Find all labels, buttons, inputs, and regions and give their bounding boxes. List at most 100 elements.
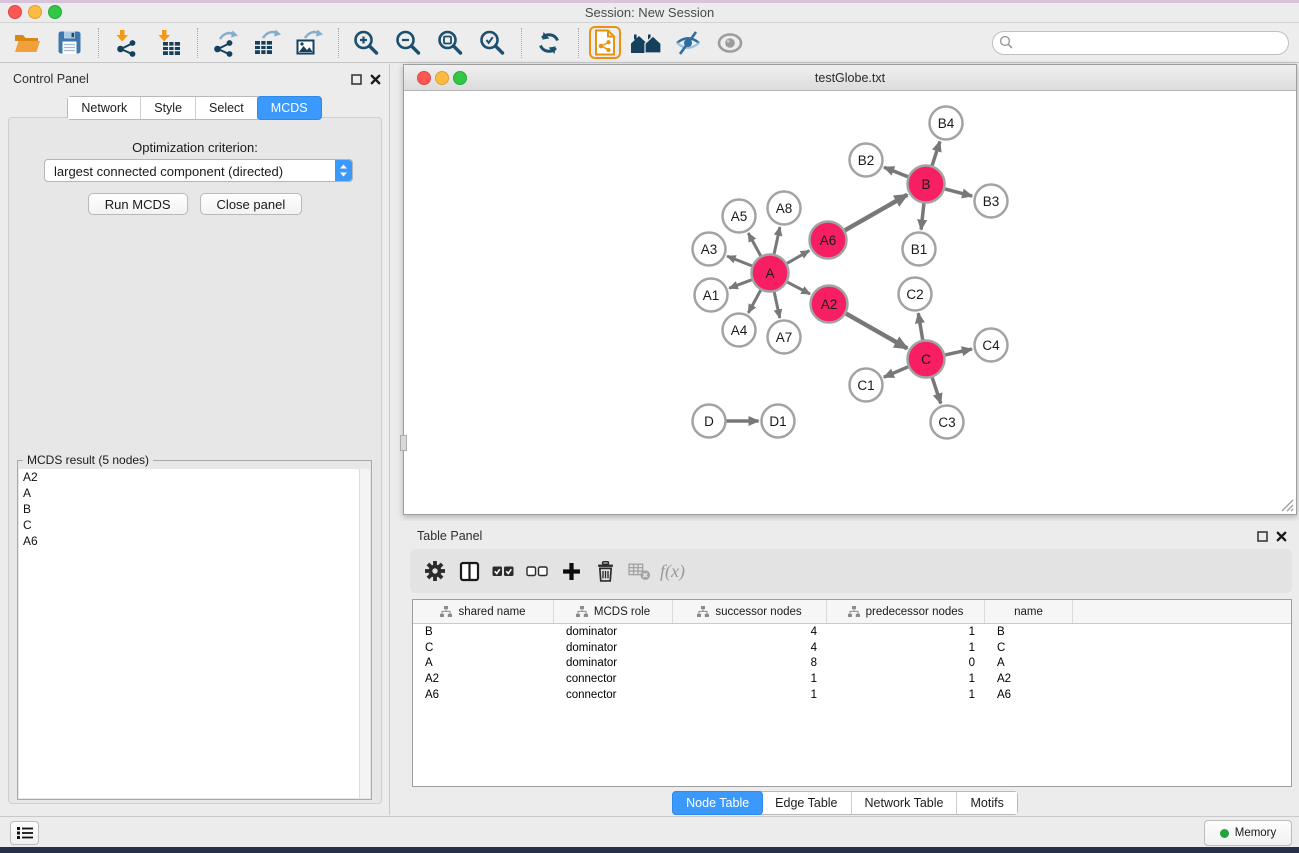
function-builder-button[interactable]: f(x) <box>658 556 685 586</box>
table-settings-button[interactable] <box>420 556 450 586</box>
create-column-button[interactable] <box>556 556 586 586</box>
memory-status-icon <box>1220 829 1229 838</box>
show-columns-button[interactable] <box>454 556 484 586</box>
run-mcds-button[interactable]: Run MCDS <box>88 193 188 215</box>
import-table-button[interactable] <box>151 26 185 60</box>
hierarchy-icon <box>848 606 860 618</box>
application-window: Session: New Session Cont <box>0 0 1299 853</box>
graph-edge-A-A1[interactable] <box>729 280 751 288</box>
table-cell: B <box>985 626 1073 638</box>
mcds-result-item[interactable]: A2 <box>19 469 360 485</box>
graph-node-label-B2: B2 <box>858 153 875 168</box>
table-row[interactable]: Adominator80A <box>413 655 1291 671</box>
window-edge-grip[interactable] <box>400 435 407 451</box>
tab-network[interactable]: Network <box>68 97 141 119</box>
close-panel-button-mcds[interactable]: Close panel <box>200 193 303 215</box>
save-session-button[interactable] <box>52 26 86 60</box>
zoom-out-button[interactable] <box>391 26 425 60</box>
graph-edge-A2-C[interactable] <box>846 314 907 349</box>
graph-edge-A-A8[interactable] <box>774 227 780 254</box>
table-toolbar: f(x) <box>410 549 1292 593</box>
tab-edge-table[interactable]: Edge Table <box>762 792 851 814</box>
graph-edge-A-A4[interactable] <box>748 290 760 313</box>
deselect-all-button[interactable] <box>522 556 552 586</box>
graph-edge-B-B2[interactable] <box>884 167 908 177</box>
mcds-result-item[interactable]: A6 <box>19 533 360 549</box>
graph-edge-B-B4[interactable] <box>932 142 940 166</box>
criterion-dropdown[interactable]: largest connected component (directed) <box>44 159 353 182</box>
graph-edge-A-A3[interactable] <box>727 256 752 266</box>
show-all-levels-button[interactable] <box>629 26 663 60</box>
mcds-result-item[interactable]: C <box>19 517 360 533</box>
memory-button[interactable]: Memory <box>1204 820 1292 846</box>
export-network-button[interactable] <box>208 26 242 60</box>
delete-column-button[interactable] <box>590 556 620 586</box>
tab-network-table[interactable]: Network Table <box>852 792 958 814</box>
table-row[interactable]: Cdominator41C <box>413 640 1291 656</box>
column-header-MCDS-role[interactable]: MCDS role <box>554 600 673 623</box>
table-row[interactable]: A6connector11A6 <box>413 687 1291 703</box>
graph-node-label-A4: A4 <box>731 323 748 338</box>
tab-select[interactable]: Select <box>196 97 258 119</box>
table-panel-title: Table Panel <box>417 529 482 543</box>
export-image-button[interactable] <box>292 26 326 60</box>
graph-edge-B-B1[interactable] <box>921 203 924 229</box>
task-history-button[interactable] <box>10 821 39 845</box>
tab-motifs[interactable]: Motifs <box>957 792 1016 814</box>
graph-node-label-A5: A5 <box>731 209 748 224</box>
table-row[interactable]: Bdominator41B <box>413 624 1291 640</box>
network-graph: AA1A2A3A4A5A6A7A8BB1B2B3B4CC1C2C3C4DD1 <box>404 91 1296 514</box>
graph-edge-C-C1[interactable] <box>884 367 908 377</box>
show-hidden-button[interactable] <box>713 26 747 60</box>
toolbar-separator <box>578 28 579 58</box>
open-session-button[interactable] <box>10 26 44 60</box>
control-panel: Control Panel NetworkStyleSelectMCDS Opt… <box>0 64 390 815</box>
float-panel-button[interactable] <box>1257 529 1268 547</box>
mcds-result-item[interactable]: A <box>19 485 360 501</box>
select-all-button[interactable] <box>488 556 518 586</box>
close-panel-button[interactable] <box>370 72 381 90</box>
column-header-successor-nodes[interactable]: successor nodes <box>673 600 827 623</box>
graph-edge-A6-B[interactable] <box>845 195 907 231</box>
desktop-background <box>0 847 1299 853</box>
graph-edge-C-C3[interactable] <box>932 378 941 404</box>
eye-slash-icon <box>673 29 703 56</box>
network-window-titlebar[interactable]: testGlobe.txt <box>404 65 1296 91</box>
mcds-scrollbar[interactable] <box>359 469 370 798</box>
graph-edge-A-A7[interactable] <box>774 292 780 318</box>
tab-style[interactable]: Style <box>141 97 196 119</box>
table-cell: dominator <box>554 642 673 654</box>
zoom-in-button[interactable] <box>349 26 383 60</box>
graph-edge-C-C4[interactable] <box>945 349 972 355</box>
float-panel-button[interactable] <box>351 72 362 90</box>
tab-node-table[interactable]: Node Table <box>672 791 763 815</box>
export-table-button[interactable] <box>250 26 284 60</box>
network-canvas[interactable]: AA1A2A3A4A5A6A7A8BB1B2B3B4CC1C2C3C4DD1 <box>404 91 1296 514</box>
close-panel-button[interactable] <box>1276 529 1287 547</box>
column-header-name[interactable]: name <box>985 600 1073 623</box>
search-input[interactable] <box>1017 33 1281 53</box>
graph-edge-A-A5[interactable] <box>748 233 760 256</box>
import-network-button[interactable] <box>109 26 143 60</box>
hierarchy-icon <box>697 606 709 618</box>
resize-grip-icon[interactable] <box>1280 498 1294 512</box>
zoom-selected-button[interactable] <box>475 26 509 60</box>
graph-edge-A-A6[interactable] <box>787 251 809 264</box>
graph-edge-B-B3[interactable] <box>945 189 972 196</box>
column-header-shared-name[interactable]: shared name <box>413 600 554 623</box>
table-cell: C <box>413 642 554 654</box>
zoom-fit-button[interactable] <box>433 26 467 60</box>
delete-table-button[interactable] <box>624 556 654 586</box>
new-network-from-selection-button[interactable] <box>589 26 621 59</box>
column-header-predecessor-nodes[interactable]: predecessor nodes <box>827 600 985 623</box>
table-row[interactable]: A2connector11A2 <box>413 671 1291 687</box>
tab-mcds[interactable]: MCDS <box>257 96 322 120</box>
graph-node-label-B4: B4 <box>938 116 955 131</box>
graph-edge-A-A2[interactable] <box>787 282 810 294</box>
titlebar[interactable]: Session: New Session <box>0 0 1299 23</box>
refresh-layout-button[interactable] <box>532 26 566 60</box>
column-header-filler <box>1073 600 1291 623</box>
graph-edge-C-C2[interactable] <box>918 313 922 340</box>
hide-selected-button[interactable] <box>671 26 705 60</box>
mcds-result-item[interactable]: B <box>19 501 360 517</box>
